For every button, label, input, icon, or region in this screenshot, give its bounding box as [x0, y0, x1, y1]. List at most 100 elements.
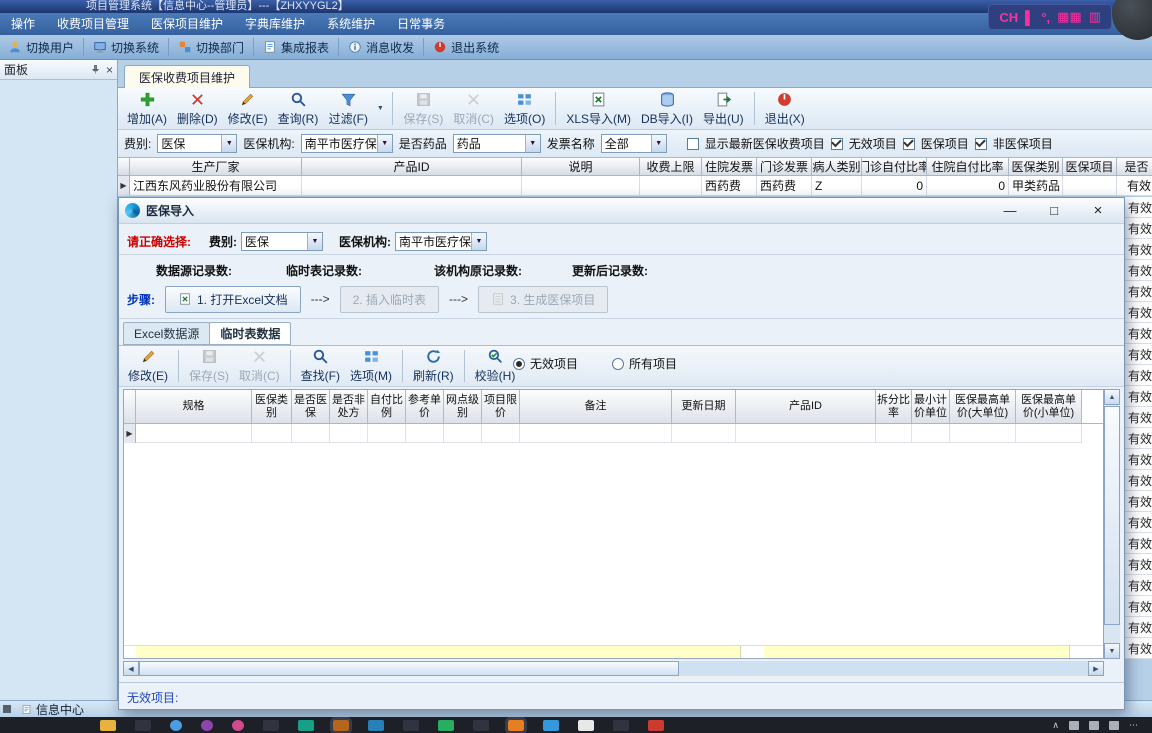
open-excel-button[interactable]: 1. 打开Excel文档 — [165, 285, 301, 313]
show-latest-checkbox[interactable] — [686, 137, 699, 150]
column-header-inpatient-invoice[interactable]: 住院发票 — [702, 158, 757, 175]
scrollbar-thumb[interactable] — [1104, 406, 1120, 625]
cancel-button[interactable]: 取消(C) — [448, 89, 499, 129]
chevron-down-icon[interactable] — [221, 135, 237, 152]
scroll-left-icon[interactable] — [123, 661, 139, 676]
all-items-radio[interactable] — [612, 357, 625, 370]
exit-button[interactable]: 退出(X) — [760, 89, 810, 129]
switch-department-button[interactable]: 切换部门 — [170, 35, 252, 60]
tray-expand-icon[interactable] — [1052, 720, 1059, 731]
column-header-fee-cap[interactable]: 收费上限 — [640, 158, 702, 175]
query-button[interactable]: 查询(R) — [273, 89, 324, 129]
column-header-split-ratio[interactable]: 拆分比率 — [876, 390, 912, 423]
dialog-cancel-button[interactable]: 取消(C) — [234, 346, 285, 386]
taskbar-app-icon[interactable] — [505, 716, 527, 733]
maximize-button[interactable]: □ — [1040, 201, 1068, 221]
table-row[interactable]: 江西东风药业股份有限公司 西药费 西药费 Z 0 0 甲类药品 有效 — [118, 176, 1152, 196]
invalid-items-checkbox[interactable] — [830, 137, 843, 150]
column-header-patient-type[interactable]: 病人类别 — [812, 158, 862, 175]
non-insurance-items-checkbox[interactable] — [974, 137, 987, 150]
taskbar-app-icon[interactable] — [403, 719, 419, 731]
xls-import-button[interactable]: XLS导入(M) — [561, 89, 636, 129]
column-header-update-date[interactable]: 更新日期 — [672, 390, 736, 423]
message-button[interactable]: 消息收发 — [340, 35, 422, 60]
chevron-down-icon[interactable] — [376, 135, 392, 152]
taskbar-app-icon[interactable] — [368, 719, 384, 731]
minimize-button[interactable]: — — [996, 201, 1024, 221]
taskbar-app-icon[interactable] — [201, 719, 213, 731]
column-header-product-id[interactable]: 产品ID — [302, 158, 522, 175]
db-import-button[interactable]: DB导入(I) — [636, 89, 698, 129]
column-header-ins-type[interactable]: 医保类别 — [252, 390, 292, 423]
column-header-max-price-large[interactable]: 医保最高单价(大单位) — [950, 390, 1016, 423]
dialog-edit-button[interactable]: 修改(E) — [123, 346, 173, 386]
ime-toolbar[interactable]: CH ▌ °, ▦▦ ▥ — [988, 4, 1112, 30]
taskbar-app-icon[interactable] — [473, 719, 489, 731]
taskbar-app-icon[interactable] — [100, 719, 116, 731]
menu-item-dictionary[interactable]: 字典库维护 — [234, 13, 316, 35]
dialog-find-button[interactable]: 查找(F) — [296, 346, 345, 386]
scroll-down-icon[interactable] — [1104, 643, 1120, 659]
column-header-spec[interactable]: 规格 — [136, 390, 252, 423]
taskbar-app-icon[interactable] — [613, 719, 629, 731]
scrollbar-thumb[interactable] — [139, 661, 679, 676]
generate-items-button[interactable]: 3. 生成医保项目 — [478, 285, 609, 313]
save-button[interactable]: 保存(S) — [398, 89, 448, 129]
filter-dropdown-icon[interactable] — [373, 92, 387, 126]
tray-more-icon[interactable]: ⋯ — [1129, 720, 1138, 731]
taskbar-app-icon[interactable] — [438, 719, 454, 731]
menu-item-system-maint[interactable]: 系统维护 — [316, 13, 386, 35]
column-header-self-pay-ratio[interactable]: 自付比例 — [368, 390, 406, 423]
tab-temp-data[interactable]: 临时表数据 — [209, 322, 292, 345]
ime-punct-icon[interactable]: °, — [1041, 10, 1050, 25]
column-header-insurance-item[interactable]: 医保项目 — [1063, 158, 1117, 175]
insurance-items-checkbox[interactable] — [902, 137, 915, 150]
tray-icon[interactable] — [1089, 720, 1099, 730]
column-header-outpatient-ratio[interactable]: 门诊自付比率 — [862, 158, 927, 175]
pin-icon[interactable] — [90, 64, 101, 75]
switch-user-button[interactable]: 切换用户 — [0, 35, 82, 60]
taskbar-app-icon[interactable] — [543, 719, 559, 731]
tray-icon[interactable] — [1109, 720, 1119, 730]
taskbar-app-icon[interactable] — [170, 719, 182, 731]
column-header-manufacturer[interactable]: 生产厂家 — [130, 158, 302, 175]
column-header-is-insured[interactable]: 是否医保 — [292, 390, 330, 423]
dialog-save-button[interactable]: 保存(S) — [184, 346, 234, 386]
dialog-titlebar[interactable]: 医保导入 — □ × — [119, 198, 1124, 224]
dialog-org-select[interactable]: 南平市医疗保障 — [395, 231, 487, 251]
dialog-fee-select[interactable]: 医保 — [241, 231, 323, 251]
column-header-min-unit[interactable]: 最小计价单位 — [912, 390, 950, 423]
dialog-options-button[interactable]: 选项(M) — [345, 346, 397, 386]
taskbar-app-icon[interactable] — [648, 719, 664, 731]
column-header-product-id[interactable]: 产品ID — [736, 390, 876, 423]
chevron-down-icon[interactable] — [650, 135, 666, 152]
column-header-max-price-small[interactable]: 医保最高单价(小单位) — [1016, 390, 1082, 423]
column-header-otc[interactable]: 是否非处方 — [330, 390, 368, 423]
fee-type-select[interactable]: 医保 — [157, 134, 238, 153]
menu-item-operations[interactable]: 操作 — [0, 13, 46, 35]
taskbar-app-icon[interactable] — [232, 719, 244, 731]
switch-system-button[interactable]: 切换系统 — [85, 35, 167, 60]
tray-icon[interactable] — [1069, 720, 1079, 730]
column-header-remark[interactable]: 备注 — [520, 390, 672, 423]
integrated-report-button[interactable]: 集成报表 — [255, 35, 337, 60]
org-select[interactable]: 南平市医疗保障 — [300, 134, 393, 153]
horizontal-scrollbar[interactable] — [123, 661, 1104, 676]
invalid-items-radio[interactable] — [513, 357, 525, 370]
edit-button[interactable]: 修改(E) — [223, 89, 273, 129]
menu-item-fee-items[interactable]: 收费项目管理 — [46, 13, 140, 35]
column-header-valid[interactable]: 是否 — [1117, 158, 1152, 175]
ime-mode-icon[interactable]: ▌ — [1025, 10, 1034, 25]
column-header-inpatient-ratio[interactable]: 住院自付比率 — [927, 158, 1009, 175]
column-header-insurance-type[interactable]: 医保类别 — [1009, 158, 1063, 175]
dialog-refresh-button[interactable]: 刷新(R) — [408, 346, 459, 386]
filter-button[interactable]: 过滤(F) — [323, 89, 373, 129]
tab-excel-source[interactable]: Excel数据源 — [123, 322, 211, 345]
column-header-network-level[interactable]: 网点级别 — [444, 390, 482, 423]
column-header-price-cap[interactable]: 项目限价 — [482, 390, 520, 423]
menu-item-daily[interactable]: 日常事务 — [386, 13, 456, 35]
delete-button[interactable]: 删除(D) — [172, 89, 223, 129]
ime-keyboard-icon[interactable]: ▦▦ — [1057, 9, 1082, 25]
chevron-down-icon[interactable] — [471, 232, 486, 250]
scroll-up-icon[interactable] — [1104, 389, 1120, 405]
